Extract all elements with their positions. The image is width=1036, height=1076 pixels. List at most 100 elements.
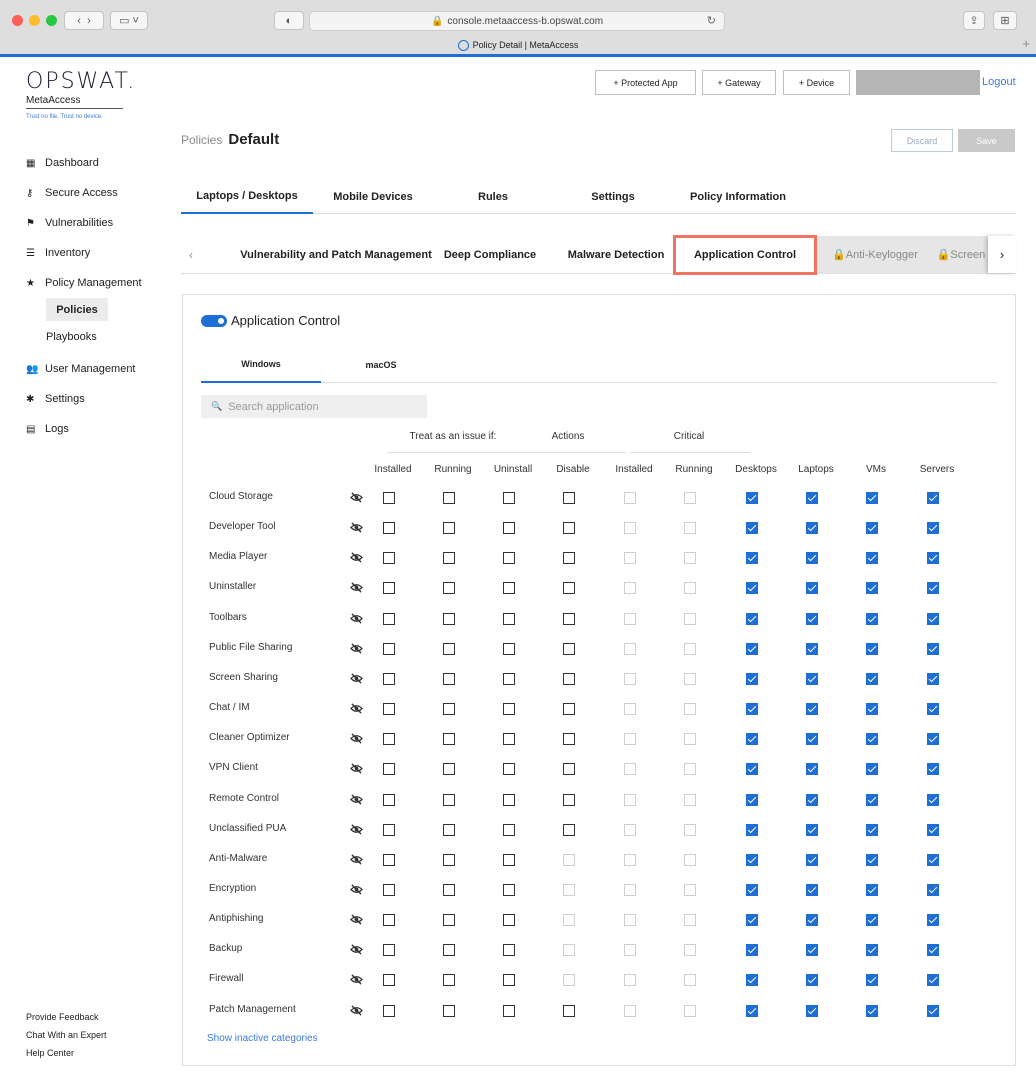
new-tab-icon[interactable]: + (1022, 36, 1030, 51)
add-protected-app-button[interactable]: + Protected App (595, 70, 696, 95)
checkbox-checked[interactable] (806, 582, 818, 595)
checkbox[interactable] (503, 793, 515, 806)
checkbox[interactable] (443, 1004, 455, 1017)
tab-rules[interactable]: Rules (433, 180, 553, 214)
checkbox-checked[interactable] (927, 522, 939, 535)
checkbox-checked[interactable] (806, 492, 818, 504)
checkbox-checked[interactable] (806, 522, 818, 535)
checkbox-checked[interactable] (806, 703, 818, 716)
checkbox-checked[interactable] (866, 703, 878, 716)
checkbox-checked[interactable] (927, 642, 939, 655)
sidebar-item-playbooks[interactable]: Playbooks (26, 324, 166, 350)
checkbox[interactable] (443, 914, 455, 927)
checkbox[interactable] (383, 642, 395, 655)
tab-vulnerability-patch[interactable]: Vulnerability and Patch Management (215, 236, 457, 273)
save-button[interactable]: Save (958, 129, 1015, 152)
tab-malware-detection[interactable]: Malware Detection (561, 236, 671, 273)
help-center-link[interactable]: Help Center (26, 1044, 107, 1062)
eye-slash-icon[interactable] (350, 522, 363, 533)
checkbox-checked[interactable] (866, 974, 878, 987)
checkbox-checked[interactable] (866, 552, 878, 565)
checkbox[interactable] (443, 582, 455, 595)
checkbox[interactable] (563, 703, 575, 716)
sidebar-item-vulnerabilities[interactable]: ⚑ Vulnerabilities (26, 208, 166, 238)
checkbox-checked[interactable] (866, 883, 878, 896)
checkbox[interactable] (383, 914, 395, 927)
checkbox[interactable] (383, 793, 395, 806)
checkbox[interactable] (563, 552, 575, 565)
checkbox[interactable] (443, 672, 455, 685)
checkbox-checked[interactable] (746, 974, 758, 987)
checkbox-checked[interactable] (806, 642, 818, 655)
sidebar-item-dashboard[interactable]: ▦ Dashboard (26, 148, 166, 178)
search-input[interactable]: 🔍 Search application (201, 395, 427, 418)
sidebar-item-policies[interactable]: Policies (46, 298, 108, 321)
sidebar-item-policy-management[interactable]: ★ Policy Management (26, 268, 166, 298)
checkbox-checked[interactable] (927, 853, 939, 866)
minimize-window-button[interactable] (29, 15, 40, 26)
checkbox[interactable] (563, 642, 575, 655)
checkbox-checked[interactable] (927, 974, 939, 987)
tab-deep-compliance[interactable]: Deep Compliance (435, 236, 545, 273)
checkbox[interactable] (563, 793, 575, 806)
checkbox-checked[interactable] (866, 492, 878, 504)
checkbox-checked[interactable] (927, 944, 939, 957)
checkbox-checked[interactable] (866, 944, 878, 957)
checkbox-checked[interactable] (746, 522, 758, 535)
tab-overview-icon[interactable]: ⊞ (993, 11, 1017, 30)
checkbox-checked[interactable] (927, 883, 939, 896)
tab-policy-information[interactable]: Policy Information (673, 180, 803, 214)
checkbox-checked[interactable] (927, 823, 939, 836)
checkbox[interactable] (443, 552, 455, 565)
forward-icon[interactable]: › (87, 15, 91, 27)
tab-screen[interactable]: 🔒 Screen (933, 236, 989, 273)
add-device-button[interactable]: + Device (783, 70, 850, 95)
eye-slash-icon[interactable] (350, 974, 363, 985)
checkbox-checked[interactable] (806, 733, 818, 746)
checkbox-checked[interactable] (866, 612, 878, 625)
back-icon[interactable]: ‹ (77, 15, 81, 27)
checkbox[interactable] (563, 733, 575, 746)
tab-anti-keylogger[interactable]: 🔒 Anti-Keylogger (817, 236, 933, 273)
eye-slash-icon[interactable] (350, 643, 363, 654)
tab-application-control[interactable]: Application Control (673, 235, 817, 275)
back-forward-buttons[interactable]: ‹ › (64, 11, 104, 30)
checkbox-checked[interactable] (866, 733, 878, 746)
checkbox[interactable] (383, 1004, 395, 1017)
checkbox-checked[interactable] (806, 974, 818, 987)
checkbox-checked[interactable] (866, 853, 878, 866)
checkbox[interactable] (503, 914, 515, 927)
checkbox-checked[interactable] (866, 672, 878, 685)
checkbox[interactable] (503, 974, 515, 987)
address-bar[interactable]: 🔒 console.metaaccess-b.opswat.com ↻ (309, 11, 725, 31)
checkbox-checked[interactable] (746, 793, 758, 806)
checkbox[interactable] (383, 974, 395, 987)
checkbox[interactable] (503, 883, 515, 896)
user-account-redacted[interactable] (856, 70, 980, 95)
checkbox[interactable] (383, 733, 395, 746)
checkbox-checked[interactable] (746, 1004, 758, 1017)
eye-slash-icon[interactable] (350, 824, 363, 835)
checkbox[interactable] (503, 823, 515, 836)
checkbox[interactable] (563, 492, 575, 504)
checkbox[interactable] (383, 492, 395, 504)
checkbox-checked[interactable] (866, 582, 878, 595)
checkbox[interactable] (443, 883, 455, 896)
breadcrumb-policies[interactable]: Policies (181, 133, 222, 147)
checkbox[interactable] (503, 492, 515, 504)
checkbox[interactable] (383, 522, 395, 535)
eye-slash-icon[interactable] (350, 582, 363, 594)
checkbox-checked[interactable] (927, 672, 939, 685)
checkbox[interactable] (383, 823, 395, 836)
chat-expert-link[interactable]: Chat With an Expert (26, 1026, 107, 1044)
sidebar-toggle-button[interactable]: ▭ ˅ (110, 11, 148, 30)
checkbox[interactable] (503, 763, 515, 776)
checkbox-checked[interactable] (806, 914, 818, 927)
application-control-toggle[interactable] (201, 315, 227, 327)
eye-slash-icon[interactable] (350, 733, 363, 744)
checkbox[interactable] (563, 823, 575, 836)
checkbox-checked[interactable] (806, 883, 818, 896)
checkbox-checked[interactable] (746, 914, 758, 927)
checkbox-checked[interactable] (927, 793, 939, 806)
checkbox[interactable] (383, 853, 395, 866)
